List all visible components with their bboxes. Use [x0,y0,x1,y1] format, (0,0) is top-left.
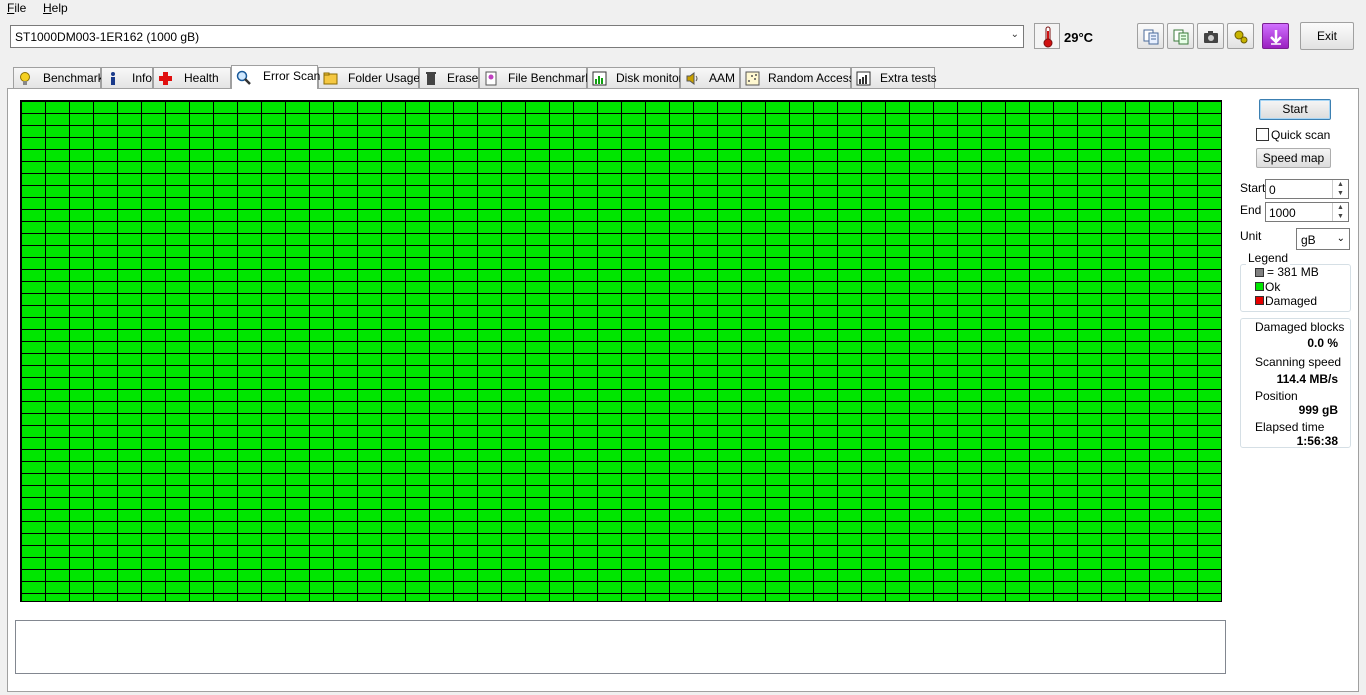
chevron-down-icon: ⌄ [1010,29,1019,40]
bulb-icon [20,72,30,85]
tab-file-benchmark[interactable]: File Benchmark [479,67,591,88]
drive-select[interactable]: ST1000DM003-1ER162 (1000 gB) ⌄ [10,25,1024,48]
start-label: Start [1240,181,1266,195]
tab-label: Extra tests [880,71,937,85]
spin-down-icon[interactable]: ▼ [1332,212,1348,221]
position-value: 999 gB [1298,403,1338,417]
tab-extra-tests[interactable]: Extra tests [851,67,937,88]
start-spinbox[interactable]: 0 ▲ ▼ [1265,179,1349,199]
tab-erase[interactable]: Erase [419,67,479,88]
ok-label: Ok [1265,280,1281,294]
end-label: End [1240,203,1262,217]
quick-scan-label[interactable]: Quick scan [1271,128,1330,142]
scan-block-grid [20,100,1222,602]
tab-folder-usage[interactable]: Folder Usage [318,67,421,88]
temperature-value: 29°C [1064,30,1094,45]
tab-label: Random Access [768,71,855,85]
tab-label: Benchmark [43,71,104,85]
start-scan-button[interactable]: Start [1259,99,1331,120]
tab-label: Info [132,71,153,85]
update-button[interactable] [1262,23,1289,49]
tab-label: Erase [447,71,479,85]
tab-label: Error Scan [263,69,321,83]
scanning-speed-label: Scanning speed [1255,355,1342,369]
tab-label: File Benchmark [508,71,592,85]
scanning-speed-value: 114.4 MB/s [1276,372,1338,386]
tab-label: Disk monitor [616,71,683,85]
block-size-label: = 381 MB [1267,265,1319,279]
damaged-label: Damaged [1265,294,1318,308]
copy-text-button[interactable] [1137,23,1164,49]
damaged-swatch [1255,296,1264,305]
camera-icon [1204,31,1218,43]
legend-title: Legend [1246,251,1291,265]
chevron-down-icon: ⌄ [1336,233,1345,244]
tab-disk-monitor[interactable]: Disk monitor [587,67,683,88]
options-icon [1234,30,1248,44]
copy-text-icon [1143,29,1159,45]
download-icon [1270,30,1282,45]
tab-health[interactable]: Health [153,67,231,88]
position-label: Position [1255,389,1298,403]
copy-info-button[interactable] [1167,23,1194,49]
screenshot-button[interactable] [1197,23,1224,49]
speed-map-button[interactable]: Speed map [1256,148,1331,168]
damaged-blocks-label: Damaged blocks [1255,320,1345,334]
damaged-blocks-value: 0.0 % [1307,336,1338,350]
tab-error-scan[interactable]: Error Scan [231,65,321,89]
folder-icon [323,72,338,85]
end-spinbox[interactable]: 1000 ▲ ▼ [1265,202,1349,222]
end-value: 1000 [1269,206,1296,220]
tab-aam[interactable]: AAM [680,67,740,88]
unit-label: Unit [1240,229,1262,243]
block-size-swatch [1255,268,1264,277]
tab-label: Health [184,71,219,85]
spin-up-icon[interactable]: ▲ [1332,180,1348,189]
unit-value: gB [1301,233,1316,247]
menu-bar: File Help [0,0,1366,18]
trash-icon [426,72,436,85]
extra-tests-icon [856,71,871,86]
unit-select[interactable]: gB ⌄ [1296,228,1350,250]
elapsed-time-label: Elapsed time [1255,420,1325,434]
health-cross-icon [159,72,172,85]
drive-select-value: ST1000DM003-1ER162 (1000 gB) [15,30,200,44]
speaker-icon [686,72,698,85]
tab-benchmark[interactable]: Benchmark [13,67,104,88]
tab-label: AAM [709,71,736,85]
random-access-icon [745,71,760,86]
spin-down-icon[interactable]: ▼ [1332,189,1348,198]
elapsed-time-value: 1:56:38 [1296,434,1338,448]
tab-info[interactable]: Info [101,67,153,88]
spin-up-icon[interactable]: ▲ [1332,203,1348,212]
start-value: 0 [1269,183,1276,197]
menu-help[interactable]: Help [43,1,68,15]
tab-random-access[interactable]: Random Access [740,67,855,88]
quick-scan-checkbox[interactable] [1256,128,1269,141]
options-button[interactable] [1227,23,1254,49]
thermometer-icon [1034,23,1060,49]
info-icon [111,72,115,85]
menu-file[interactable]: File [7,1,26,15]
ok-swatch [1255,282,1264,291]
file-benchmark-icon [485,71,497,86]
exit-button[interactable]: Exit [1300,22,1354,50]
log-output[interactable] [15,620,1226,674]
tab-label: Folder Usage [348,71,421,85]
magnifier-icon [236,70,251,85]
copy-info-icon [1173,29,1189,45]
disk-monitor-icon [592,71,607,86]
